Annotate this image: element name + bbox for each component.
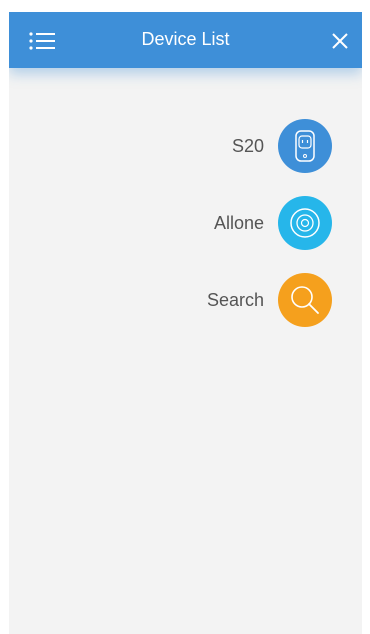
s20-icon-circle — [278, 119, 332, 173]
close-icon — [332, 33, 348, 49]
allone-remote-icon — [290, 208, 320, 238]
close-button[interactable] — [330, 31, 350, 51]
device-item-search[interactable]: Search — [207, 273, 362, 327]
search-label: Search — [206, 289, 264, 310]
header-bar: Device List — [9, 12, 362, 68]
device-item-allone[interactable]: Allone — [214, 196, 362, 250]
device-label-s20: S20 — [231, 135, 264, 156]
search-icon — [291, 286, 319, 314]
smart-plug-icon — [295, 130, 315, 162]
allone-icon-circle — [278, 196, 332, 250]
search-icon-circle — [278, 273, 332, 327]
device-list-screen: Device List S20 Allone Search — [9, 12, 362, 634]
page-title: Device List — [141, 29, 230, 49]
device-item-s20[interactable]: S20 — [232, 119, 362, 173]
device-label-allone: Allone — [213, 212, 264, 233]
